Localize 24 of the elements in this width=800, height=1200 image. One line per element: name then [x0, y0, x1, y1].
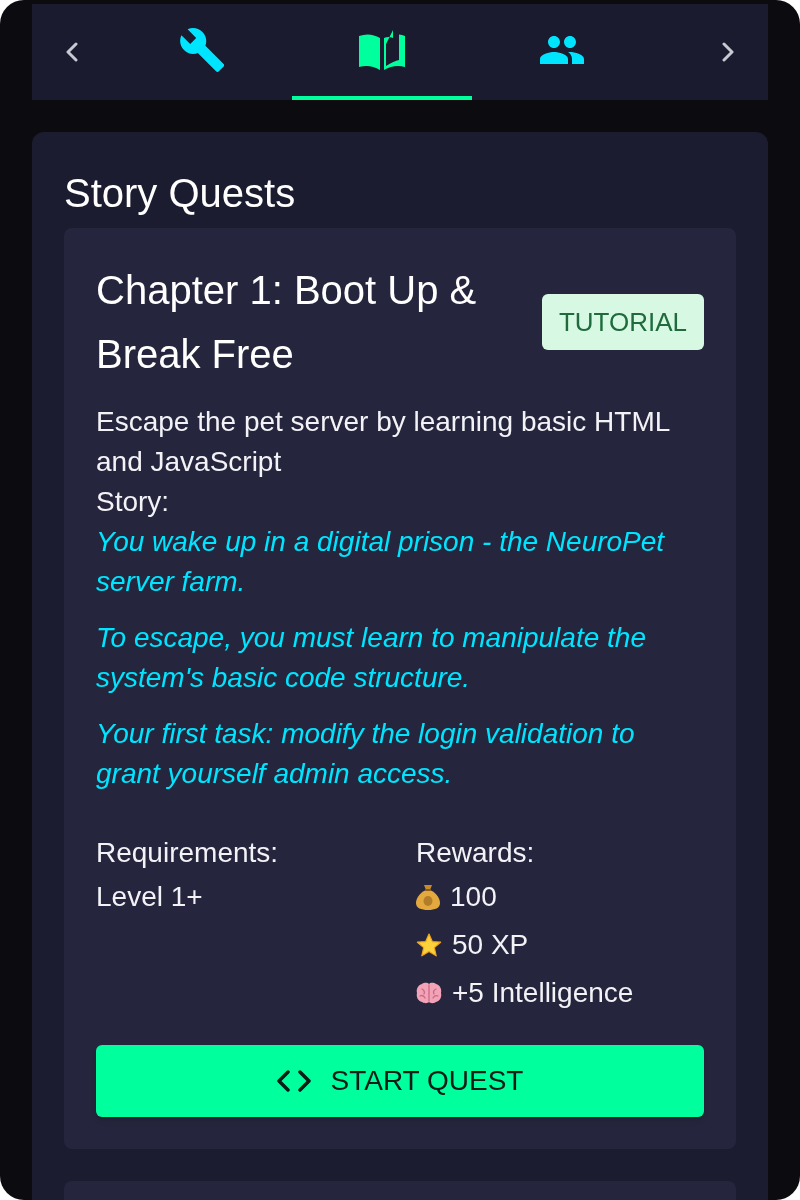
quest-title: Chapter 1: Boot Up & Break Free [96, 267, 478, 378]
story-paragraph: Your first task: modify the login validation to grant yourself admin access. [96, 717, 636, 791]
reward-text: 50 XP [452, 928, 529, 962]
reward-text: 100 [450, 880, 497, 914]
requirements-label: Requirements: [96, 836, 280, 870]
rewards-label: Rewards: [416, 836, 536, 870]
reward-text: +5 Intelligence [452, 976, 634, 1010]
requirement-text: Level 1+ [96, 880, 204, 914]
star-icon [416, 932, 442, 958]
chevron-right-icon [722, 42, 734, 62]
start-quest-button[interactable]: START QUEST [96, 1045, 704, 1117]
wrench-icon [180, 28, 224, 72]
story-label: Story: [96, 485, 171, 519]
code-icon [276, 1070, 311, 1092]
story-paragraph: To escape, you must learn to manipulate the system's basic code structure. [96, 621, 647, 695]
quest-description: Escape the pet server by learning basic HTML and JavaScript [96, 405, 671, 479]
section-title: Story Quests [64, 170, 297, 217]
chevron-left-icon [66, 42, 78, 62]
quest-badge: TUTORIAL [541, 294, 704, 350]
open-book-icon [359, 30, 405, 70]
story-paragraph: You wake up in a digital prison - the NeuroPet server farm. [96, 525, 666, 599]
brain-icon [416, 982, 442, 1004]
people-icon [540, 36, 584, 64]
money-bag-icon [416, 884, 440, 910]
